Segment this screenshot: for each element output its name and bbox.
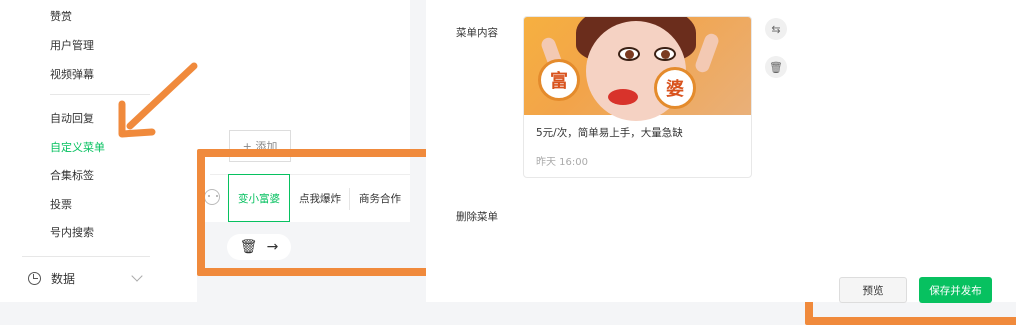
preview-button[interactable]: 预览 [839, 277, 907, 303]
sidebar-section-label: 数据 [51, 272, 76, 286]
save-publish-button[interactable]: 保存并发布 [919, 277, 992, 303]
article-cover-image: 富 婆 [524, 17, 751, 121]
trash-icon[interactable]: 🗑 [765, 56, 787, 78]
sidebar-item-custom-menu[interactable]: 自定义菜单 [50, 139, 105, 155]
annotation-box-menu [197, 149, 439, 276]
sidebar-item-user-management[interactable]: 用户管理 [50, 37, 94, 53]
sidebar-section-data[interactable]: 数据 [28, 270, 75, 287]
sidebar-item-collection-tags[interactable]: 合集标签 [50, 167, 94, 183]
sidebar-item-vote[interactable]: 投票 [50, 196, 72, 212]
delete-menu-link[interactable]: 删除菜单 [456, 209, 498, 224]
article-title: 5元/次，简单易上手，大量急缺 [536, 127, 683, 139]
menu-content-label: 菜单内容 [456, 27, 498, 39]
article-timestamp: 昨天 16:00 [536, 157, 588, 168]
sidebar-item-video-danmaku[interactable]: 视频弹幕 [50, 66, 94, 82]
article-card[interactable]: 富 婆 5元/次，简单易上手，大量急缺 昨天 16:00 [523, 16, 752, 178]
coin-right: 婆 [654, 67, 696, 109]
annotation-arrow [118, 62, 198, 138]
sidebar-divider [22, 256, 150, 257]
sidebar-item-auto-reply[interactable]: 自动回复 [50, 110, 94, 126]
clock-icon [28, 272, 41, 285]
coin-left: 富 [538, 59, 580, 101]
sidebar-item-reward[interactable]: 赞赏 [50, 8, 72, 24]
swap-icon[interactable]: ⇆ [765, 18, 787, 40]
sidebar-item-in-account-search[interactable]: 号内搜索 [50, 224, 94, 240]
